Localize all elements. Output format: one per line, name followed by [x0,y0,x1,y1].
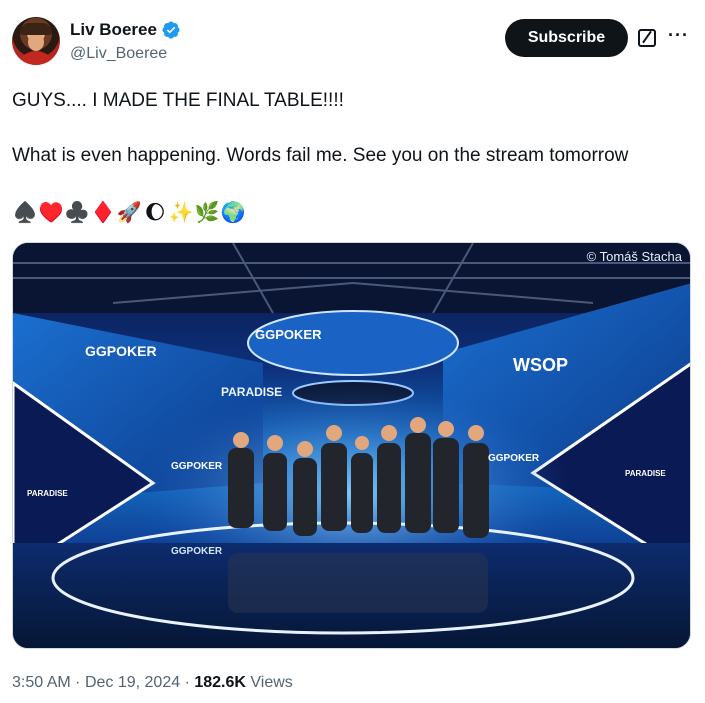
diamond-emoji: ♦️ [90,201,116,224]
stage-illustration [13,243,690,648]
rocket-emoji: 🚀 [116,201,142,224]
tweet-meta: 3:50 AM · Dec 19, 2024 · 182.6K Views [12,674,293,691]
photo-credit: © Tomáš Stacha [586,249,682,264]
views-count: 182.6K [194,674,246,691]
emoji-row: ♠️ ♥️ ♣️ ♦️ 🚀 🌔 ✨ 🌿 🌍 [12,200,246,224]
views-label: Views [250,674,293,691]
stage-sign: GGPOKER [171,461,223,472]
avatar[interactable] [12,17,60,65]
stage-sign: PARADISE [625,469,666,478]
tweet-photo[interactable]: GGPOKER GGPOKER WSOP PARADISE GGPOKER GG… [12,242,691,649]
sparkles-emoji: ✨ [168,201,194,224]
spade-emoji: ♠️ [12,201,38,224]
tweet-time[interactable]: 3:50 AM [12,674,71,691]
heart-emoji: ♥️ [38,201,64,224]
tweet-date[interactable]: Dec 19, 2024 [85,674,180,691]
moon-emoji: 🌔 [144,201,166,224]
author-name-row[interactable]: Liv Boeree [70,20,181,40]
stage-sign: GGPOKER [255,327,322,342]
author-name[interactable]: Liv Boeree [70,20,157,40]
stage-sign: PARADISE [221,385,283,399]
herb-emoji: 🌿 [194,201,220,224]
more-dots-icon[interactable]: ··· [668,25,689,46]
slash-box-icon[interactable] [638,29,656,47]
stage-sign: GGPOKER [488,453,540,464]
tweet-text-line-1: GUYS.... I MADE THE FINAL TABLE!!!! [12,90,344,111]
globe-emoji: 🌍 [220,201,246,224]
stage-sign: PARADISE [27,489,68,498]
tweet-header: Liv Boeree @Liv_Boeree Subscribe ··· [0,0,705,75]
stage-sign: WSOP [513,355,569,375]
club-emoji: ♣️ [64,201,90,224]
verified-badge-icon [162,21,180,39]
stage-sign: GGPOKER [171,546,223,557]
tweet-text-line-2: What is even happening. Words fail me. S… [12,145,629,166]
author-handle[interactable]: @Liv_Boeree [70,45,167,63]
stage-sign: GGPOKER [85,343,157,359]
subscribe-button[interactable]: Subscribe [505,19,628,57]
